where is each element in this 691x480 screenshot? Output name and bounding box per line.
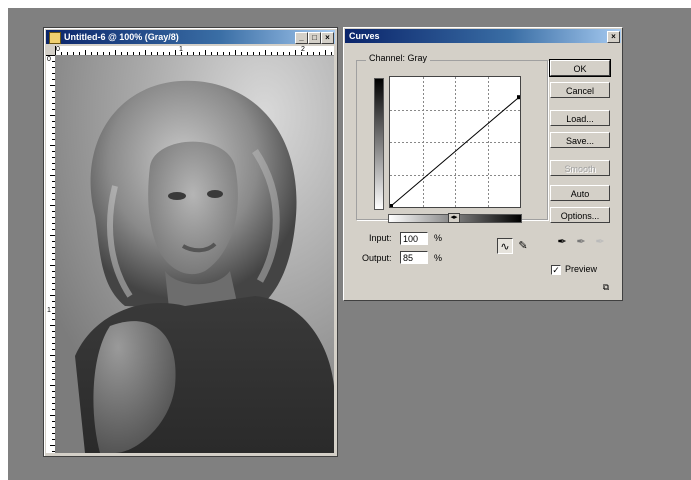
channel-label: Channel: Gray	[366, 53, 431, 63]
document-window[interactable]: Untitled-6 @ 100% (Gray/8) _ □ × 0 1 2 0…	[43, 27, 338, 457]
restore-button[interactable]: □	[308, 32, 321, 44]
ruler-number: 0	[47, 56, 51, 63]
ruler-number: 0	[56, 46, 60, 53]
auto-button[interactable]: Auto	[550, 185, 610, 201]
ruler-number: 1	[179, 46, 183, 53]
input-unit: %	[434, 233, 443, 243]
curves-dialog[interactable]: Curves × Channel: Gray ◂▸ Input: 100 % O…	[343, 27, 623, 301]
curve-control-point	[517, 95, 520, 100]
input-field[interactable]: 100	[400, 232, 428, 245]
preview-label[interactable]: Preview	[565, 264, 597, 274]
black-eyedropper-icon[interactable]: ✒	[555, 235, 569, 249]
curve-tool-icon[interactable]: ∿	[497, 238, 513, 254]
ok-button[interactable]: OK	[549, 59, 611, 77]
load-button[interactable]: Load...	[550, 110, 610, 126]
photoshop-document-icon	[49, 32, 61, 44]
preview-checkbox[interactable]: ✓	[551, 265, 561, 275]
document-title: Untitled-6 @ 100% (Gray/8)	[64, 32, 179, 42]
curves-title: Curves	[349, 31, 380, 41]
grayscale-portrait-photo[interactable]	[55, 56, 334, 453]
input-label: Input:	[369, 233, 392, 243]
ruler-horizontal[interactable]: 0 1 2	[55, 46, 334, 56]
output-field[interactable]: 85	[400, 251, 428, 264]
output-label: Output:	[362, 253, 392, 263]
ruler-number: 2	[301, 46, 305, 53]
pencil-tool-icon[interactable]: ✎	[515, 238, 531, 254]
curves-titlebar[interactable]: Curves ×	[345, 29, 621, 43]
save-button[interactable]: Save...	[550, 132, 610, 148]
gray-eyedropper-icon[interactable]: ✒	[574, 235, 588, 249]
output-gradient-bar	[374, 78, 384, 210]
ruler-number: 1	[47, 307, 51, 314]
minimize-button[interactable]: _	[295, 32, 308, 44]
white-eyedropper-icon[interactable]: ✒	[593, 235, 607, 249]
options-button[interactable]: Options...	[550, 207, 610, 223]
gradient-toggle-button[interactable]: ◂▸	[448, 213, 460, 223]
document-titlebar[interactable]: Untitled-6 @ 100% (Gray/8) _ □ ×	[46, 30, 335, 44]
output-unit: %	[434, 253, 443, 263]
expand-dialog-icon[interactable]: ⧉	[600, 281, 612, 293]
smooth-button[interactable]: Smooth	[550, 160, 610, 176]
close-button[interactable]: ×	[321, 32, 334, 44]
curves-close-button[interactable]: ×	[607, 31, 620, 43]
curve-graph[interactable]	[389, 76, 521, 208]
cancel-button[interactable]: Cancel	[550, 82, 610, 98]
curve-control-point	[390, 204, 393, 207]
